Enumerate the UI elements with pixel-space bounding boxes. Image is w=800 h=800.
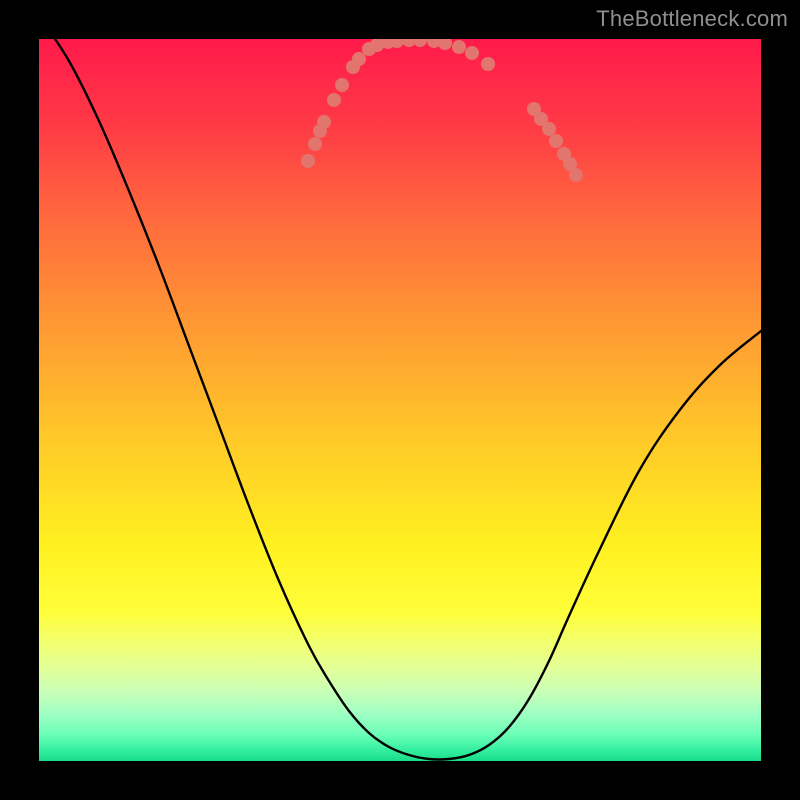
curve-marker <box>353 53 366 66</box>
curve-marker <box>328 94 341 107</box>
curve-marker <box>302 155 315 168</box>
chart-curve-layer <box>39 39 761 761</box>
curve-marker <box>309 138 322 151</box>
chart-plot-area <box>39 39 761 761</box>
curve-markers <box>302 39 583 182</box>
curve-marker <box>414 39 427 47</box>
curve-marker <box>550 135 563 148</box>
curve-marker <box>439 39 452 50</box>
curve-marker <box>543 123 556 136</box>
curve-marker <box>391 39 404 48</box>
curve-marker <box>336 79 349 92</box>
curve-marker <box>482 58 495 71</box>
curve-marker <box>318 116 331 129</box>
curve-marker <box>466 47 479 60</box>
curve-marker <box>453 41 466 54</box>
curve-marker <box>570 169 583 182</box>
bottleneck-curve <box>39 39 761 760</box>
watermark-text: TheBottleneck.com <box>596 6 788 32</box>
